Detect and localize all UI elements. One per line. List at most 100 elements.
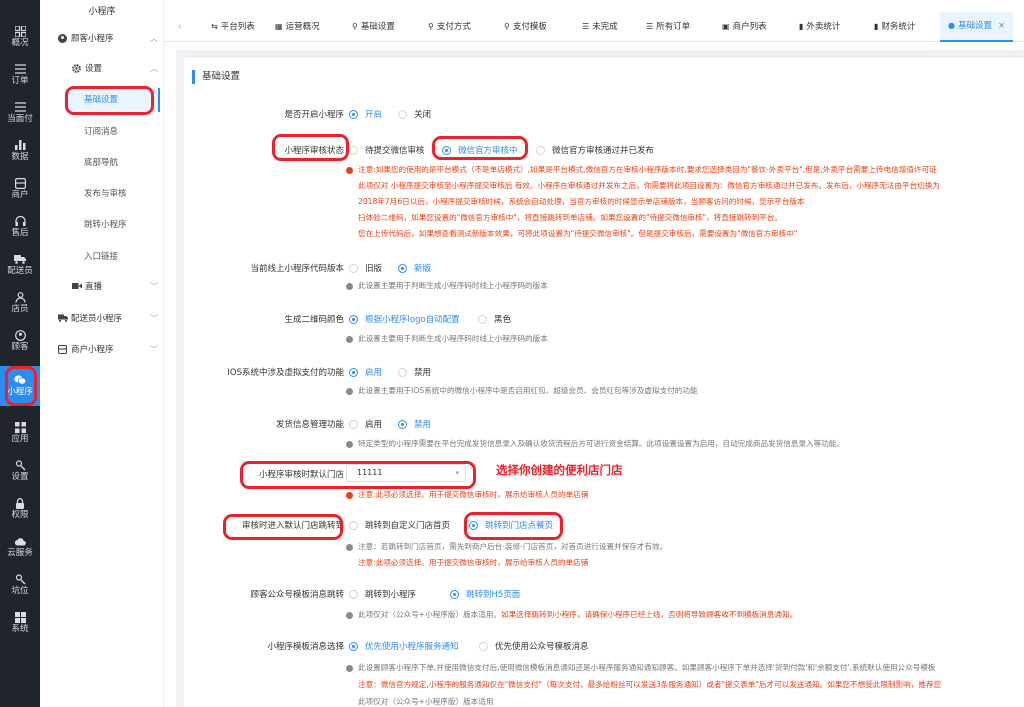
- store-icon: ▣: [722, 22, 730, 31]
- tab-operations[interactable]: ▦ 运营概况: [275, 12, 320, 42]
- primary-sidebar: 概况 订单 当面付 数据 商户 售后 配送员 店员 顾客 小程序 应用 设置 权…: [0, 0, 40, 707]
- tab-basic-settings-active[interactable]: ● 基础设置 ×: [940, 11, 1014, 42]
- shipping-tip: 特定类型的小程序需要在平台完成发货信息录入及确认收货流程后方可进行资金结算。此项…: [346, 436, 844, 452]
- store-icon: [57, 344, 68, 354]
- tab-label: 支付模板: [512, 22, 547, 32]
- chevron-down-icon: ﹀: [150, 344, 158, 354]
- tab-finance-stats[interactable]: ▮ 财务统计: [874, 12, 915, 42]
- tab-all-orders[interactable]: ☰ 所有订单: [646, 12, 690, 42]
- tab-merchant-list[interactable]: ▣ 商户列表: [722, 12, 767, 42]
- nav-merchant[interactable]: 商户: [0, 170, 40, 208]
- tab-platform-list[interactable]: ⇆ 平台列表: [211, 12, 255, 42]
- radio-ios-enable[interactable]: 启用: [349, 366, 382, 378]
- nav-permissions[interactable]: 权限: [0, 490, 40, 528]
- radio-label: 开启: [365, 110, 383, 120]
- radio-label: 微信官方审核中: [458, 146, 518, 156]
- nav-label: 小程序: [7, 387, 33, 397]
- label-jump-target: 审核时进入默认门店跳转到: [241, 521, 344, 531]
- nav-courier[interactable]: 配送员: [0, 246, 40, 284]
- radio-review-pending[interactable]: 待提交微信审核: [349, 144, 425, 156]
- nav-label: 售后: [11, 228, 29, 238]
- default-store-select[interactable]: 11111 ▾: [346, 464, 466, 482]
- subnav-group-merchant[interactable]: 商户小程序 ﹀: [57, 341, 158, 357]
- radio-label: 跳转到自定义门店首页: [365, 521, 451, 531]
- tab-label: 基础设置: [360, 22, 395, 32]
- radio-shipping-disable[interactable]: 禁用: [398, 418, 431, 430]
- tab-payment-templates[interactable]: ⚲ 支付模板: [504, 12, 547, 42]
- info-icon: [346, 491, 353, 499]
- subnav-group-customer[interactable]: 顾客小程序 ︿: [58, 30, 158, 46]
- radio-jump-order-page[interactable]: 跳转到门店点餐页: [469, 519, 553, 531]
- radio-label: 优先使用小程序服务通知: [365, 642, 459, 652]
- tip-text: 特定类型的小程序需要在平台完成发货信息录入及确认收货流程后方可进行资金结算。此项…: [358, 439, 844, 448]
- info-icon: [346, 387, 353, 395]
- radio-jump-custom-home[interactable]: 跳转到自定义门店首页: [349, 519, 450, 531]
- subnav-group-live[interactable]: 直播 ﹀: [72, 278, 158, 294]
- radio-mp-jump-h5[interactable]: 跳转到H5页面: [450, 588, 520, 600]
- nav-data[interactable]: 数据: [0, 132, 40, 170]
- chevron-up-icon: ︿: [150, 63, 158, 73]
- nav-cloud[interactable]: 云服务: [0, 528, 40, 566]
- close-icon[interactable]: ×: [998, 11, 1005, 41]
- nav-label: 当面付: [7, 114, 33, 124]
- qr-color-tip: 此设置主要用于判断生成小程序码时线上小程序码的版本: [346, 331, 548, 347]
- nav-settings[interactable]: 设置: [0, 452, 40, 490]
- radio-mp-jump-miniprogram[interactable]: 跳转到小程序: [349, 588, 416, 600]
- nav-after-sales[interactable]: 售后: [0, 208, 40, 246]
- tab-payment-methods[interactable]: ⚲ 支付方式: [428, 12, 471, 42]
- radio-open-on[interactable]: 开启: [349, 108, 382, 120]
- subnav-item-jump-miniprogram[interactable]: 跳转小程序: [84, 218, 127, 230]
- subnav-item-subscribe-messages[interactable]: 订阅消息: [84, 125, 118, 137]
- nav-overview[interactable]: 概况: [0, 18, 40, 56]
- radio-qr-black[interactable]: 黑色: [478, 313, 511, 325]
- radio-open-off[interactable]: 关闭: [398, 108, 431, 120]
- radio-label: 禁用: [414, 420, 432, 430]
- tab-takeout-stats[interactable]: ▮ 外卖统计: [799, 12, 840, 42]
- radio-code-old[interactable]: 旧版: [349, 262, 382, 274]
- subnav-item-bottom-nav[interactable]: 底部导航: [84, 156, 118, 168]
- radio-review-in-progress[interactable]: 微信官方审核中: [442, 144, 518, 156]
- subnav-group-settings[interactable]: 设置 ︿: [72, 60, 158, 76]
- tab-bar: ‹ ⇆ 平台列表 ▦ 运营概况 ⚲ 基础设置 ⚲ 支付方式 ⚲ 支付模板 ☰ 未完成 ☰ 所有…: [164, 12, 1024, 42]
- radio-template-service-notice[interactable]: 优先使用小程序服务通知: [349, 640, 459, 652]
- annotation-choose-store: 选择你创建的便利店门店: [496, 463, 623, 477]
- list-icon: ☰: [582, 22, 590, 31]
- subnav-item-publish-review[interactable]: 发布与审核: [84, 187, 127, 199]
- tab-basic-settings[interactable]: ⚲ 基础设置: [352, 12, 395, 42]
- tip-text: 此设置主要用于判断生成小程序码时线上小程序码的版本: [358, 334, 548, 343]
- subnav-item-entry-links[interactable]: 入口链接: [84, 250, 118, 262]
- main-content: 基础设置 是否开启小程序 开启 关闭 小程序审核状态 待提交微信审核 微信官方审…: [176, 50, 1024, 707]
- nav-system[interactable]: 系统: [0, 604, 40, 642]
- review-tip-3: 2018年7月6日以后，小程序提交审核时候，系统会自动处理，当官方审核的时候显示…: [358, 197, 805, 206]
- nav-label: 数据: [11, 152, 29, 162]
- label-mp-template-jump: 顾客公众号模板消息跳转: [250, 590, 344, 600]
- tab-label: 未完成: [592, 22, 618, 32]
- code-version-tip: 此设置主要用于判断生成小程序码时线上小程序码的版本: [346, 278, 548, 294]
- template-choice-tip-2: 注意：微信官方规定,小程序的服务通知仅在"微信支付"（每次支付，最多给粉丝可以发…: [358, 680, 942, 689]
- radio-template-mp-message[interactable]: 优先使用公众号模板消息: [479, 640, 589, 652]
- template-choice-tip-1: 此设置顾客小程序下单,并使用微信支付后,使用微信模板消息通知还是小程序服务通知通…: [346, 660, 936, 676]
- radio-review-published[interactable]: 微信官方审核通过并已发布: [536, 144, 654, 156]
- review-tip-4: 扫体验二维码，如果您设置的"微信官方审核中"，将直接跳转到单店铺。如果您设置的"…: [358, 213, 783, 222]
- subnav-group-delivery[interactable]: 配送员小程序 ﹀: [58, 310, 158, 326]
- nav-face-pay[interactable]: 当面付: [0, 94, 40, 132]
- nav-customers[interactable]: 顾客: [0, 322, 40, 360]
- nav-apps[interactable]: 应用: [0, 414, 40, 452]
- subnav-group-label: 配送员小程序: [71, 314, 123, 324]
- nav-orders[interactable]: 订单: [0, 56, 40, 94]
- subnav-item-basic-settings[interactable]: 基础设置: [64, 88, 160, 112]
- nav-slot[interactable]: 坑位: [0, 566, 40, 604]
- nav-staff[interactable]: 店员: [0, 284, 40, 322]
- user-circle-icon: [58, 33, 67, 43]
- settings-icon: ⚲: [352, 22, 358, 31]
- slot-icon: [13, 573, 27, 585]
- radio-ios-disable[interactable]: 禁用: [398, 366, 431, 378]
- radio-label: 禁用: [414, 368, 432, 378]
- radio-shipping-enable[interactable]: 启用: [349, 418, 382, 430]
- tabbar-prev-button[interactable]: ‹: [178, 12, 181, 42]
- nav-mini-program[interactable]: 小程序: [0, 366, 40, 406]
- radio-code-new[interactable]: 新版: [398, 262, 431, 274]
- lock-icon: [13, 497, 27, 509]
- radio-qr-auto[interactable]: 根据小程序logo自动配置: [349, 313, 460, 325]
- tab-incomplete[interactable]: ☰ 未完成: [582, 12, 618, 42]
